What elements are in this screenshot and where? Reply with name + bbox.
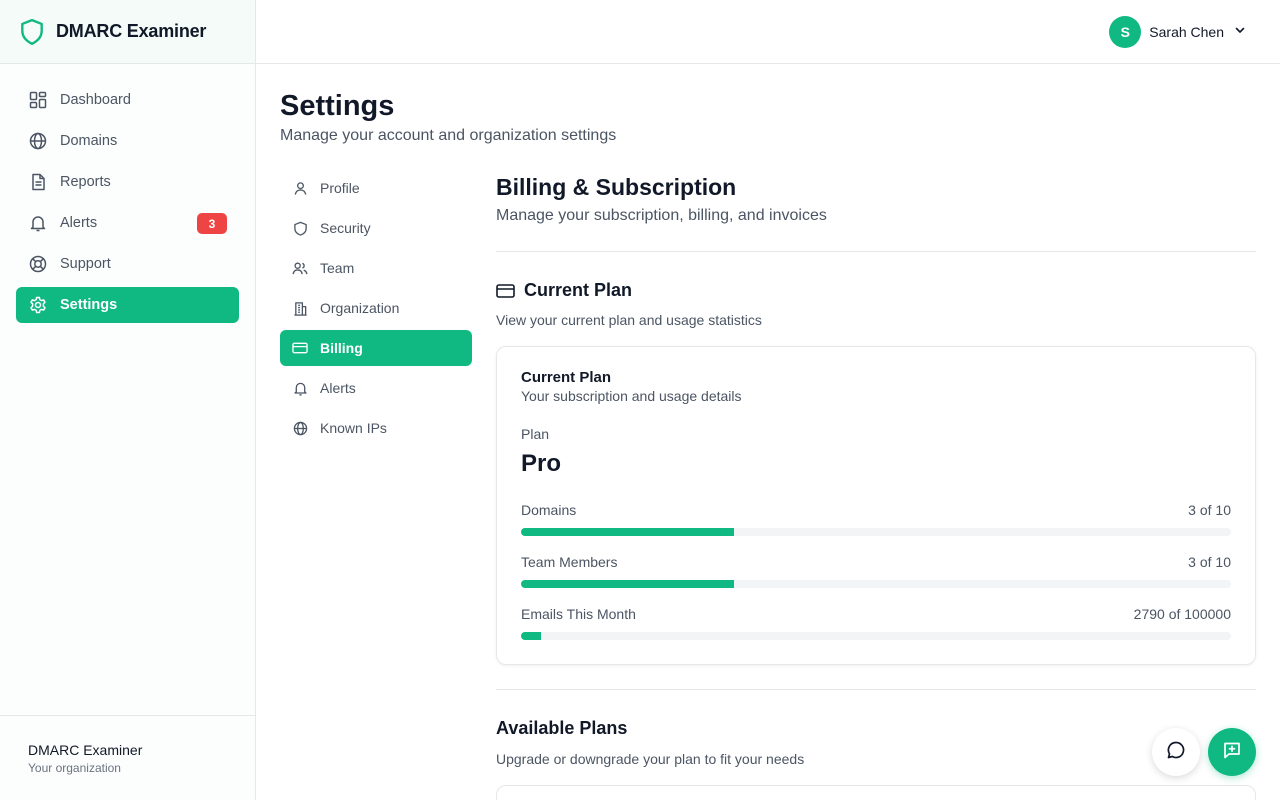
current-plan-heading-label: Current Plan <box>524 280 633 300</box>
building-icon <box>292 300 308 316</box>
org-name: DMARC Examiner <box>28 742 143 758</box>
tab-known-ips[interactable]: Known IPs <box>280 410 472 446</box>
gear-icon <box>28 295 48 315</box>
tab-billing[interactable]: Billing <box>280 330 472 366</box>
sidebar-item-dashboard[interactable]: Dashboard <box>16 82 239 118</box>
bell-icon <box>28 213 48 233</box>
chat-bubble-icon <box>1166 740 1186 765</box>
billing-section: Billing & Subscription Manage your subsc… <box>496 170 1256 800</box>
sidebar-item-label: Dashboard <box>60 92 131 108</box>
shield-icon <box>292 220 308 236</box>
sidebar-item-settings[interactable]: Settings <box>16 287 239 323</box>
page-title: Settings <box>280 90 395 122</box>
globe-icon <box>292 420 308 436</box>
credit-card-icon <box>496 281 516 301</box>
available-plans-card <box>496 785 1256 800</box>
lifebuoy-icon <box>28 254 48 274</box>
current-plan-description: View your current plan and usage statist… <box>496 312 762 328</box>
usage-progress-bar <box>521 632 1231 640</box>
sidebar-item-reports[interactable]: Reports <box>16 164 239 200</box>
chevron-down-icon <box>1234 23 1246 41</box>
card-title: Current Plan <box>521 369 612 386</box>
plan-label: Plan <box>521 426 550 442</box>
usage-value: 3 of 10 <box>1188 554 1231 570</box>
usage-progress-fill <box>521 580 734 588</box>
sidebar-item-alerts[interactable]: Alerts 3 <box>16 205 239 241</box>
available-plans-heading: Available Plans <box>496 718 628 738</box>
tab-alerts[interactable]: Alerts <box>280 370 472 406</box>
available-plans-description: Upgrade or downgrade your plan to fit yo… <box>496 751 805 767</box>
sidebar-item-label: Settings <box>60 297 118 313</box>
usage-label: Emails This Month <box>521 606 636 622</box>
shield-logo-icon <box>18 16 46 48</box>
alerts-count-badge: 3 <box>197 213 227 234</box>
usage-progress-fill <box>521 528 734 536</box>
users-icon <box>292 260 308 276</box>
feedback-button[interactable] <box>1208 728 1256 776</box>
subnav-label: Known IPs <box>320 420 387 436</box>
user-menu[interactable]: S Sarah Chen <box>1109 16 1246 48</box>
usage-progress-bar <box>521 580 1231 588</box>
chat-button[interactable] <box>1152 728 1200 776</box>
card-subtitle: Your subscription and usage details <box>521 388 742 404</box>
brand-name: DMARC Examiner <box>56 21 207 41</box>
tab-team[interactable]: Team <box>280 250 472 286</box>
credit-card-icon <box>292 340 308 356</box>
avatar: S <box>1109 16 1142 48</box>
sidebar-item-support[interactable]: Support <box>16 246 239 282</box>
sidebar-item-domains[interactable]: Domains <box>16 123 239 159</box>
current-plan-card: Current Plan Your subscription and usage… <box>496 346 1256 665</box>
usage-label: Domains <box>521 502 577 518</box>
current-plan-heading: Current Plan <box>496 280 1256 301</box>
dashboard-icon <box>28 90 48 110</box>
usage-progress-fill <box>521 632 541 640</box>
usage-emails: Emails This Month 2790 of 100000 <box>521 606 1231 640</box>
message-plus-icon <box>1222 740 1242 765</box>
tab-profile[interactable]: Profile <box>280 170 472 206</box>
sidebar-item-label: Support <box>60 256 111 272</box>
usage-value: 3 of 10 <box>1188 502 1231 518</box>
user-icon <box>292 180 308 196</box>
globe-icon <box>28 131 48 151</box>
section-subtitle: Manage your subscription, billing, and i… <box>496 207 827 224</box>
usage-progress-bar <box>521 528 1231 536</box>
subnav-label: Organization <box>320 300 400 316</box>
usage-team-members: Team Members 3 of 10 <box>521 554 1231 588</box>
user-name: Sarah Chen <box>1149 24 1224 40</box>
sidebar: DMARC Examiner Dashboard Domains Reports… <box>0 0 256 800</box>
sidebar-item-label: Domains <box>60 133 118 149</box>
topbar: S Sarah Chen <box>256 0 1280 64</box>
usage-value: 2790 of 100000 <box>1133 606 1231 622</box>
tab-organization[interactable]: Organization <box>280 290 472 326</box>
settings-subnav: Profile Security Team Organization Billi… <box>280 170 472 450</box>
org-subtitle: Your organization <box>28 761 121 775</box>
sidebar-item-label: Alerts <box>60 215 98 231</box>
section-title: Billing & Subscription <box>496 174 737 200</box>
sidebar-nav: Dashboard Domains Reports Alerts 3 Suppo… <box>0 64 255 346</box>
tab-security[interactable]: Security <box>280 210 472 246</box>
bell-icon <box>292 380 308 396</box>
sidebar-footer: DMARC Examiner Your organization <box>0 715 255 800</box>
sidebar-item-label: Reports <box>60 174 111 190</box>
subnav-label: Security <box>320 220 371 236</box>
usage-domains: Domains 3 of 10 <box>521 502 1231 536</box>
plan-name: Pro <box>521 450 562 477</box>
subnav-label: Billing <box>320 340 363 356</box>
divider <box>496 251 1256 252</box>
brand[interactable]: DMARC Examiner <box>0 0 255 64</box>
subnav-label: Alerts <box>320 380 356 396</box>
page-subtitle: Manage your account and organization set… <box>280 127 617 144</box>
file-icon <box>28 172 48 192</box>
subnav-label: Profile <box>320 180 360 196</box>
usage-label: Team Members <box>521 554 618 570</box>
divider <box>496 689 1256 690</box>
subnav-label: Team <box>320 260 355 276</box>
